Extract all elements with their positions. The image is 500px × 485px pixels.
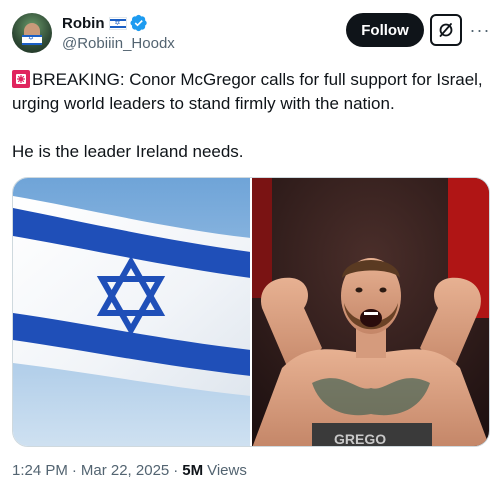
- israel-flag-illustration: [13, 178, 250, 446]
- tweet-meta: 1:24 PM · Mar 22, 2025 · 5M Views: [12, 462, 247, 479]
- more-icon[interactable]: ···: [466, 14, 494, 46]
- meta-separator: ·: [71, 462, 77, 479]
- views-count: 5M: [182, 462, 204, 479]
- handle[interactable]: @Robiiin_Hoodx: [62, 35, 175, 52]
- grok-glyph: [439, 23, 453, 37]
- name-row: Robin ✡: [62, 13, 148, 33]
- tweet-header: Robin ✡ @Robiiin_Hoodx Follow ···: [0, 0, 500, 60]
- tweet-time[interactable]: 1:24 PM: [12, 462, 68, 479]
- israel-flag-photo[interactable]: [13, 178, 250, 446]
- media-container[interactable]: GREGO: [12, 177, 490, 447]
- tweet-line-1: BREAKING: Conor McGregor calls for full …: [12, 68, 490, 116]
- verified-badge-icon: [129, 14, 147, 32]
- tweet-line-2: He is the leader Ireland needs.: [12, 142, 244, 161]
- display-name[interactable]: Robin: [62, 15, 105, 32]
- conor-mcgregor-flexing-photo[interactable]: GREGO: [252, 178, 489, 446]
- avatar[interactable]: [12, 13, 52, 53]
- tweet-text: BREAKING: Conor McGregor calls for full …: [12, 68, 490, 164]
- grok-icon[interactable]: [430, 14, 462, 46]
- tweet-date[interactable]: Mar 22, 2025: [81, 462, 169, 479]
- views-label: Views: [207, 462, 247, 479]
- follow-button[interactable]: Follow: [346, 13, 424, 47]
- shorts-text: GREGO: [334, 431, 386, 446]
- avatar-flag: [22, 34, 42, 45]
- meta-separator-2: ·: [173, 462, 179, 479]
- israel-flag-icon: ✡: [108, 16, 127, 30]
- rotating-light-icon: [12, 70, 30, 88]
- mcgregor-illustration: GREGO: [252, 178, 489, 446]
- tweet-line-1-text: BREAKING: Conor McGregor calls for full …: [12, 70, 483, 113]
